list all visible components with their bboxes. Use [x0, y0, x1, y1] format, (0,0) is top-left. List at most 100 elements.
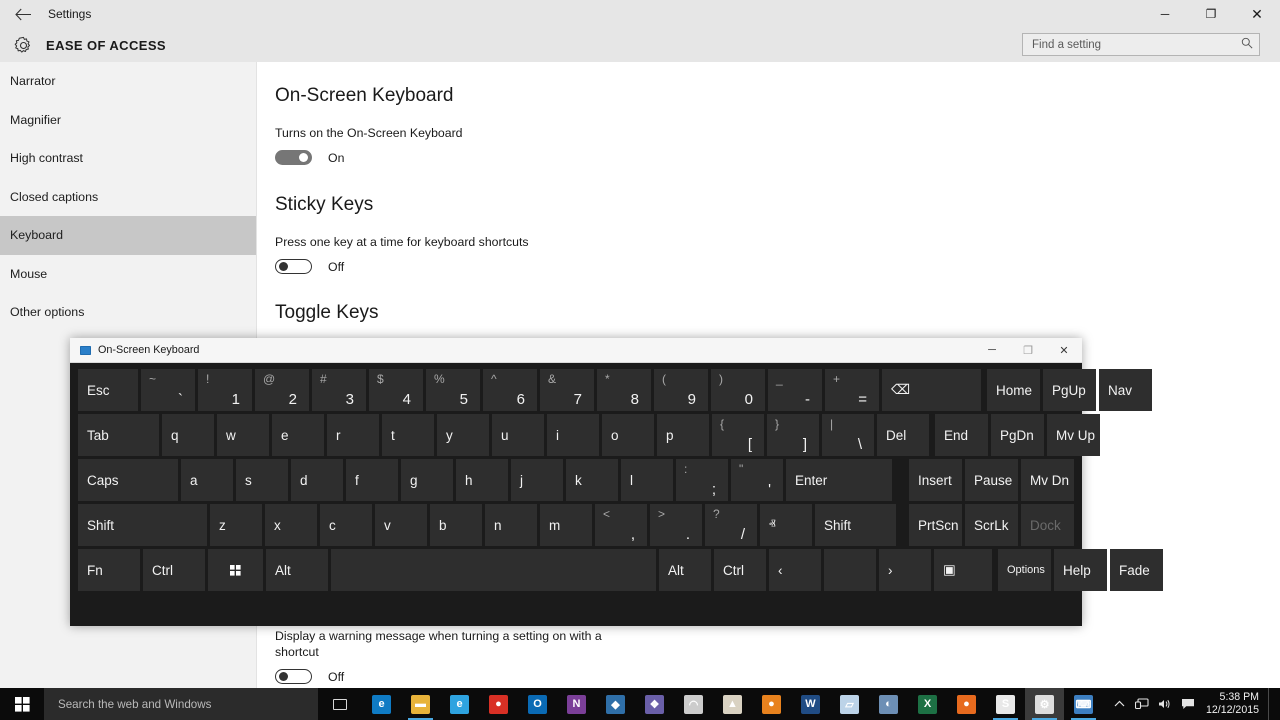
- key-*8[interactable]: * 8: [597, 369, 651, 411]
- warning-toggle[interactable]: [275, 669, 312, 684]
- key-+=[interactable]: + =: [825, 369, 879, 411]
- key-p[interactable]: p: [657, 414, 709, 456]
- taskbar-app-excel[interactable]: X: [908, 688, 947, 720]
- taskbar-app-obs[interactable]: S: [986, 688, 1025, 720]
- key-fn[interactable]: Fn: [78, 549, 140, 591]
- network-icon[interactable]: [1131, 698, 1154, 710]
- taskbar-app-on-screen-keyboard[interactable]: ⌨: [1064, 688, 1103, 720]
- task-view-button[interactable]: [318, 688, 362, 720]
- key-e[interactable]: e: [272, 414, 324, 456]
- taskbar-app-internet-explorer[interactable]: e: [440, 688, 479, 720]
- key-r[interactable]: r: [327, 414, 379, 456]
- key-insert[interactable]: Insert: [909, 459, 962, 501]
- key-m[interactable]: m: [540, 504, 592, 546]
- key-!1[interactable]: ! 1: [198, 369, 252, 411]
- caps-lock-key[interactable]: Caps: [78, 459, 178, 501]
- osk-minimize-button[interactable]: ─: [974, 338, 1010, 363]
- key-a[interactable]: a: [181, 459, 233, 501]
- back-button[interactable]: [0, 0, 46, 28]
- taskbar-app-file-explorer[interactable]: ▬: [401, 688, 440, 720]
- key-x[interactable]: x: [265, 504, 317, 546]
- taskbar-search-box[interactable]: Search the web and Windows: [44, 688, 318, 720]
- arrow-right-key[interactable]: ›: [879, 549, 931, 591]
- key-|\[interactable]: | \: [822, 414, 874, 456]
- key-<,[interactable]: <,: [595, 504, 647, 546]
- key-(9[interactable]: (9: [654, 369, 708, 411]
- key-q[interactable]: q: [162, 414, 214, 456]
- taskbar-app-paint[interactable]: ◐: [869, 688, 908, 720]
- osk-titlebar[interactable]: On-Screen Keyboard ─ ❐ ✕: [70, 338, 1082, 363]
- osk-close-button[interactable]: ✕: [1046, 338, 1082, 363]
- key->.[interactable]: >.: [650, 504, 702, 546]
- key-pgdn[interactable]: PgDn: [991, 414, 1044, 456]
- key-c[interactable]: c: [320, 504, 372, 546]
- key-$4[interactable]: $4: [369, 369, 423, 411]
- key-j[interactable]: j: [511, 459, 563, 501]
- start-button[interactable]: [0, 688, 44, 720]
- taskbar-app-remote-desktop[interactable]: ❖: [635, 688, 674, 720]
- key-prtscn[interactable]: PrtScn: [909, 504, 962, 546]
- key-end[interactable]: End: [935, 414, 988, 456]
- key-:;[interactable]: :;: [676, 459, 728, 501]
- key-#3[interactable]: #3: [312, 369, 366, 411]
- key-h[interactable]: h: [456, 459, 508, 501]
- key-mv-dn[interactable]: Mv Dn: [1021, 459, 1074, 501]
- key-n[interactable]: n: [485, 504, 537, 546]
- close-button[interactable]: ✕: [1234, 0, 1280, 28]
- key-^6[interactable]: ^ 6: [483, 369, 537, 411]
- key-v[interactable]: v: [375, 504, 427, 546]
- minimize-button[interactable]: ─: [1142, 0, 1188, 28]
- key-o[interactable]: o: [602, 414, 654, 456]
- taskbar-app-loading-app[interactable]: ◠: [674, 688, 713, 720]
- right-ctrl-key[interactable]: Ctrl: [714, 549, 766, 591]
- key-f[interactable]: f: [346, 459, 398, 501]
- right-alt-key[interactable]: Alt: [659, 549, 711, 591]
- taskbar-app-edge[interactable]: e: [362, 688, 401, 720]
- show-desktop-button[interactable]: [1268, 688, 1274, 720]
- right-shift-key[interactable]: Shift: [815, 504, 896, 546]
- left-shift-key[interactable]: Shift: [78, 504, 207, 546]
- sidebar-item-keyboard[interactable]: Keyboard: [0, 216, 256, 255]
- space-key[interactable]: [331, 549, 656, 591]
- key-nav[interactable]: Nav: [1099, 369, 1152, 411]
- key-scrlk[interactable]: ScrLk: [965, 504, 1018, 546]
- key-pgup[interactable]: PgUp: [1043, 369, 1096, 411]
- taskbar-app-firefox[interactable]: ●: [947, 688, 986, 720]
- volume-icon[interactable]: [1154, 698, 1177, 710]
- key-?/[interactable]: ? /: [705, 504, 757, 546]
- taskbar-app-word[interactable]: W: [791, 688, 830, 720]
- key-}][interactable]: }]: [767, 414, 819, 456]
- key-pause[interactable]: Pause: [965, 459, 1018, 501]
- sticky-keys-toggle[interactable]: [275, 259, 312, 274]
- sidebar-item-closed-captions[interactable]: Closed captions: [0, 178, 256, 217]
- key-y[interactable]: y: [437, 414, 489, 456]
- key-_-[interactable]: _ -: [768, 369, 822, 411]
- sidebar-item-high-contrast[interactable]: High contrast: [0, 139, 256, 178]
- key-u[interactable]: u: [492, 414, 544, 456]
- sidebar-item-other-options[interactable]: Other options: [0, 293, 256, 332]
- key-help[interactable]: Help: [1054, 549, 1107, 591]
- taskbar-app-sticky-notes[interactable]: ▱: [830, 688, 869, 720]
- key-)0[interactable]: ) 0: [711, 369, 765, 411]
- taskbar-app-onenote[interactable]: N: [557, 688, 596, 720]
- osk-maximize-button[interactable]: ❐: [1010, 338, 1046, 363]
- taskbar-clock[interactable]: 5:38 PM 12/12/2015: [1200, 691, 1268, 717]
- left-ctrl-key[interactable]: Ctrl: [143, 549, 205, 591]
- key-%5[interactable]: % 5: [426, 369, 480, 411]
- sidebar-item-narrator[interactable]: Narrator: [0, 62, 256, 101]
- show-hidden-icons-button[interactable]: [1108, 700, 1131, 708]
- key-&7[interactable]: & 7: [540, 369, 594, 411]
- arrow-up-key[interactable]: ⱏ: [760, 504, 812, 546]
- left-alt-key[interactable]: Alt: [266, 549, 328, 591]
- key-home[interactable]: Home: [987, 369, 1040, 411]
- key-z[interactable]: z: [210, 504, 262, 546]
- enter-key[interactable]: Enter: [786, 459, 892, 501]
- arrow-down-key[interactable]: ⱟ: [824, 549, 876, 591]
- taskbar-app-photos[interactable]: ▲: [713, 688, 752, 720]
- taskbar-app-settings[interactable]: ⚙: [1025, 688, 1064, 720]
- key-k[interactable]: k: [566, 459, 618, 501]
- key-tab[interactable]: Tab: [78, 414, 159, 456]
- delete-key[interactable]: Del: [877, 414, 929, 456]
- key-@2[interactable]: @2: [255, 369, 309, 411]
- key-s[interactable]: s: [236, 459, 288, 501]
